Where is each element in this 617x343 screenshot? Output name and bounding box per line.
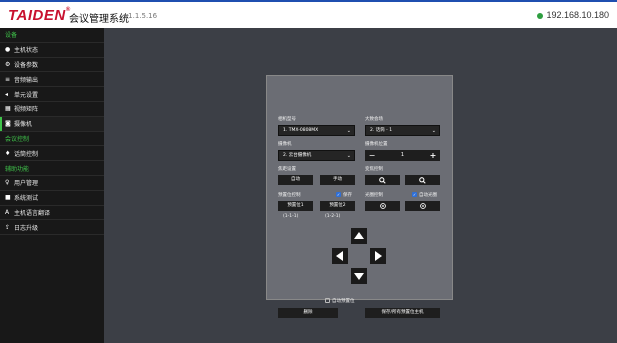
upload-icon: ⇪ <box>5 223 11 231</box>
language-icon: A <box>5 208 10 216</box>
sidebar-section-devices: 设备 <box>0 28 104 43</box>
camera-label: 摄像机 <box>278 142 292 147</box>
sidebar-item-label: 话筒控制 <box>14 150 39 158</box>
sidebar-item-label: 用户管理 <box>14 180 39 188</box>
focus-manual-button[interactable]: 手动 <box>320 175 355 185</box>
position-label: 预置位控制 <box>278 193 301 198</box>
chevron-down-icon: ⌄ <box>431 128 436 134</box>
arrow-up-icon <box>354 232 364 239</box>
sidebar-item-label: 主机状态 <box>14 47 39 55</box>
camera-icon: ◙ <box>5 120 11 128</box>
sidebar-section-meeting-control: 会议控制 <box>0 132 104 147</box>
camera-model-select[interactable]: 1. TMX-0808MX ⌄ <box>278 125 355 136</box>
aperture-auto-checkbox[interactable]: ✓ <box>412 192 417 197</box>
speaker-icon: ◂ <box>5 90 9 98</box>
delete-button[interactable]: 删除 <box>278 308 338 318</box>
arrow-down-icon <box>354 273 364 280</box>
sidebar: 设备 ● 主机状态 ⚙ 设备参数 ≡ 音频输出 ◂ 单元设置 ▦ 视频矩阵 ◙ 摄像机 会议… <box>0 28 104 343</box>
taiden-logo: TAIDEN® <box>8 7 71 24</box>
auto-preset-checkbox[interactable] <box>325 298 330 303</box>
sidebar-item-camera[interactable]: ◙ 摄像机 <box>0 116 104 132</box>
user-pin-icon: ♀ <box>5 179 10 187</box>
sidebar-item-label: 设备参数 <box>14 61 39 69</box>
top-bar: TAIDEN® 会议管理系统 v1.1.5.16 192.168.10.180 <box>0 0 617 28</box>
preset-value: 1 <box>400 152 405 158</box>
channel-value: 2. 话筒 - 1 <box>370 128 393 133</box>
preset-2-button[interactable]: 预置位2 <box>320 201 355 211</box>
aperture-auto-label: 自动光圈 <box>419 193 437 198</box>
preset-1-code: (1-1-1) <box>283 214 299 219</box>
sidebar-item-host-status[interactable]: ● 主机状态 <box>0 43 104 58</box>
pan-down-button[interactable] <box>351 268 367 284</box>
sidebar-item-log-upgrade[interactable]: ⇪ 日志升级 <box>0 220 104 236</box>
sliders-icon: ⚙ <box>5 60 11 68</box>
host-ip: 192.168.10.180 <box>537 10 609 20</box>
aperture-open-icon <box>379 203 386 209</box>
sidebar-section-auxiliary: 辅助功能 <box>0 161 104 176</box>
sidebar-item-system-test[interactable]: ■ 系统测试 <box>0 191 104 206</box>
aperture-open-button[interactable] <box>365 201 400 211</box>
preset-2-code: (1-2-1) <box>325 214 341 219</box>
minus-button[interactable]: − <box>365 150 379 161</box>
position-save-checkbox[interactable]: ✓ <box>336 192 341 197</box>
status-dot-icon <box>537 12 544 19</box>
sidebar-item-label: 主机语言翻译 <box>14 209 51 217</box>
zoom-in-button[interactable] <box>365 175 400 185</box>
host-ip-text: 192.168.10.180 <box>546 10 609 20</box>
camera-model-label: 相机型号 <box>278 117 296 122</box>
sidebar-item-device-params[interactable]: ⚙ 设备参数 <box>0 58 104 73</box>
app-title: 会议管理系统 <box>69 14 129 25</box>
camera-value: 2. 云台摄像机 <box>283 153 312 158</box>
info-circle-icon: ● <box>5 46 11 54</box>
logo-text: TAIDEN <box>8 7 66 24</box>
arrow-right-icon <box>375 251 382 261</box>
sidebar-item-audio-output[interactable]: ≡ 音频输出 <box>0 72 104 88</box>
sidebar-item-video-matrix[interactable]: ▦ 视频矩阵 <box>0 102 104 117</box>
zoom-out-icon <box>419 176 426 184</box>
zoom-label: 变焦控制 <box>365 167 383 172</box>
sidebar-item-unit-settings[interactable]: ◂ 单元设置 <box>0 87 104 102</box>
sidebar-item-label: 日志升级 <box>14 224 39 232</box>
focus-auto-button[interactable]: 自动 <box>278 175 313 185</box>
camera-select[interactable]: 2. 云台摄像机 ⌄ <box>278 150 355 161</box>
equalizer-icon: ≡ <box>5 75 11 83</box>
zoom-in-icon <box>379 176 386 184</box>
main-content: 相机型号 大致会场 1. TMX-0808MX ⌄ 2. 话筒 - 1 ⌄ 摄像机 … <box>104 28 617 343</box>
arrow-left-icon <box>336 251 343 261</box>
aperture-close-button[interactable] <box>405 201 440 211</box>
plus-button[interactable]: + <box>426 150 440 161</box>
aperture-label: 光圈控制 <box>365 193 383 198</box>
focus-label: 焦距设置 <box>278 167 296 172</box>
sidebar-item-mic-control[interactable]: ♦ 话筒控制 <box>0 146 104 162</box>
position-save-label: 保存 <box>343 193 352 198</box>
pan-up-button[interactable] <box>351 228 367 244</box>
pan-left-button[interactable] <box>332 248 348 264</box>
save-all-presets-button[interactable]: 保存/所有预置位主机 <box>365 308 440 318</box>
flask-icon: ■ <box>5 194 11 202</box>
camera-model-value: 1. TMX-0808MX <box>283 128 319 133</box>
sidebar-item-label: 系统测试 <box>14 195 39 203</box>
chevron-down-icon: ⌄ <box>346 128 351 134</box>
microphone-icon: ♦ <box>5 149 11 157</box>
sidebar-item-user-management[interactable]: ♀ 用户管理 <box>0 176 104 191</box>
auto-preset-label: 自动预置位 <box>332 299 355 304</box>
pan-right-button[interactable] <box>370 248 386 264</box>
grid-icon: ▦ <box>5 105 11 113</box>
camera-control-panel: 相机型号 大致会场 1. TMX-0808MX ⌄ 2. 话筒 - 1 ⌄ 摄像机 … <box>266 75 453 318</box>
sidebar-item-host-language[interactable]: A 主机语言翻译 <box>0 206 104 221</box>
sidebar-item-label: 单元设置 <box>14 91 39 99</box>
app-version: v1.1.5.16 <box>124 12 158 20</box>
sidebar-item-label: 摄像机 <box>14 121 33 129</box>
channel-label: 大致会场 <box>365 117 383 122</box>
preset-stepper[interactable]: − 1 + <box>365 150 440 161</box>
channel-select[interactable]: 2. 话筒 - 1 ⌄ <box>365 125 440 136</box>
aperture-close-icon <box>419 203 426 209</box>
preset-label: 摄像机位置 <box>365 142 388 147</box>
zoom-out-button[interactable] <box>405 175 440 185</box>
chevron-down-icon: ⌄ <box>346 153 351 159</box>
preset-1-button[interactable]: 预置位1 <box>278 201 313 211</box>
sidebar-item-label: 音频输出 <box>14 76 39 84</box>
sidebar-item-label: 视频矩阵 <box>14 106 39 114</box>
